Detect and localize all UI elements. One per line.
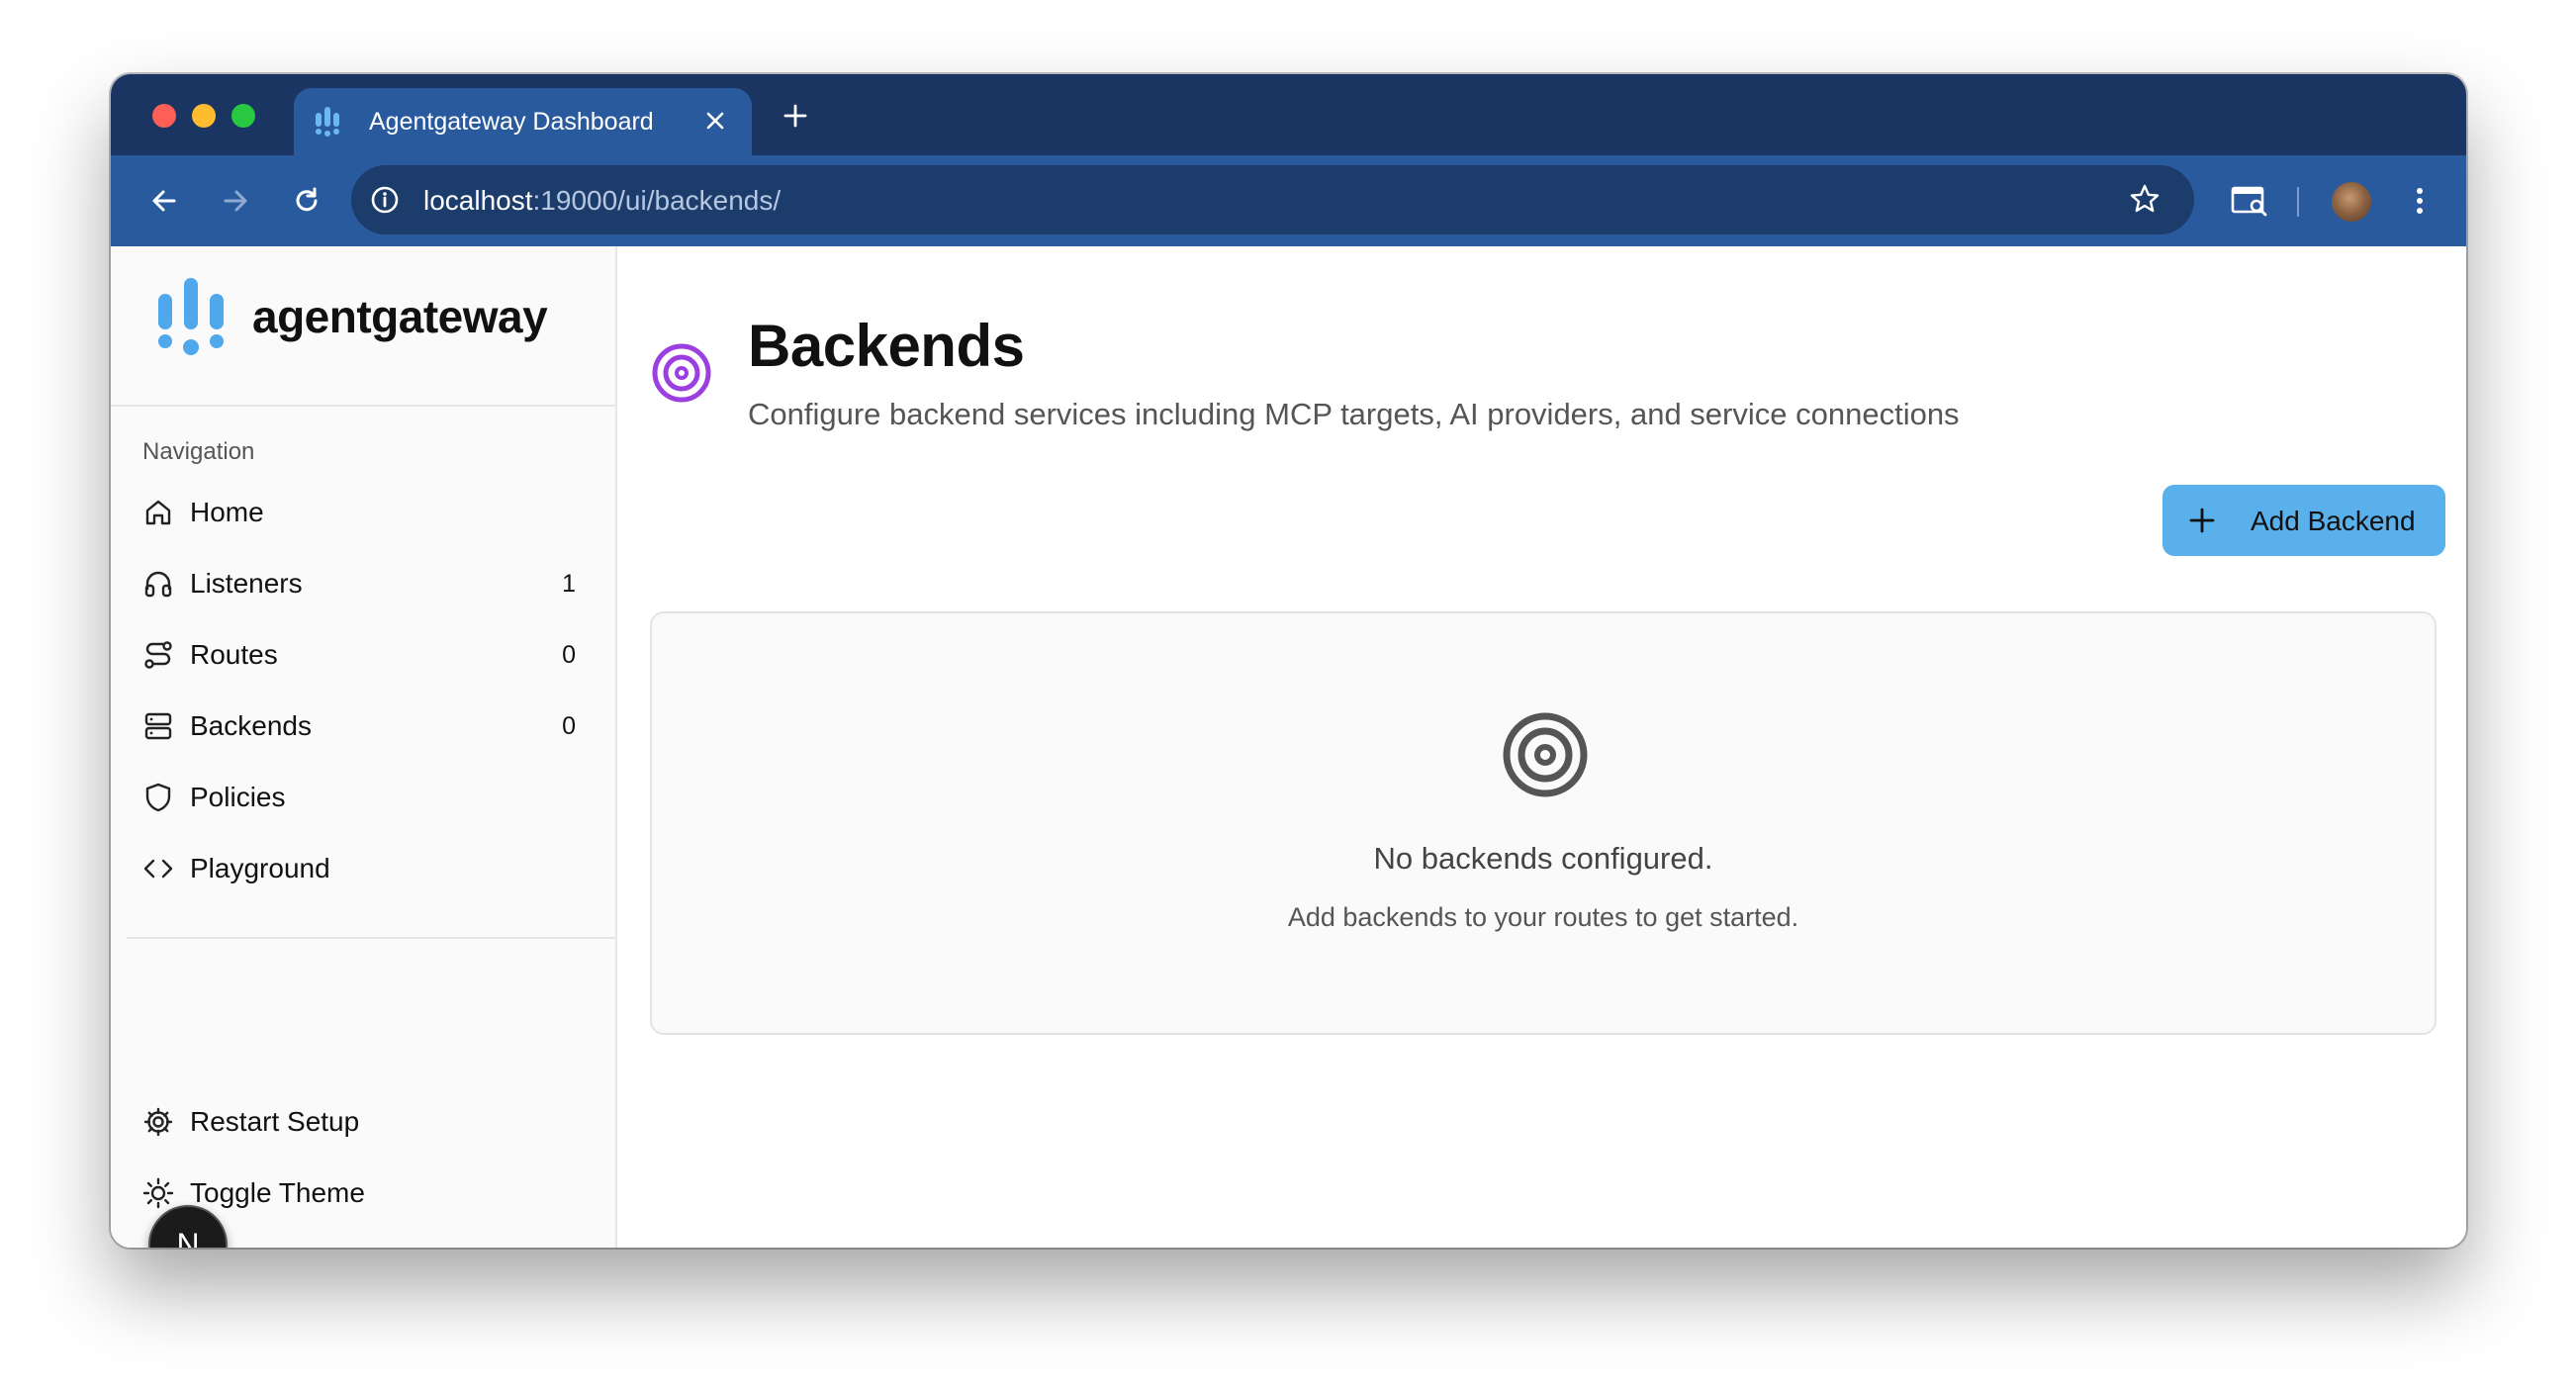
- sidebar: agentgateway Navigation Home Listeners 1: [111, 246, 617, 1248]
- sidebar-item-label: Backends: [190, 710, 312, 741]
- sidebar-item-home[interactable]: Home: [131, 483, 598, 542]
- sidebar-item-label: Home: [190, 497, 264, 527]
- sidebar-item-listeners[interactable]: Listeners 1: [131, 554, 598, 613]
- agentgateway-logo-icon: [158, 278, 224, 355]
- brand-header: agentgateway: [111, 246, 615, 407]
- forward-button[interactable]: [212, 177, 259, 225]
- cast-search-button[interactable]: [2226, 177, 2273, 225]
- minimize-window-button[interactable]: [192, 104, 216, 128]
- tab-agentgateway-dashboard[interactable]: Agentgateway Dashboard: [294, 88, 752, 155]
- route-icon: [144, 641, 172, 669]
- bookmark-button[interactable]: [2125, 179, 2164, 219]
- sidebar-item-playground[interactable]: Playground: [131, 839, 598, 898]
- nav-heading: Navigation: [142, 438, 255, 465]
- main-panel: Backends Configure backend services incl…: [617, 246, 2466, 1248]
- page-subtitle: Configure backend services including MCP…: [748, 397, 1960, 431]
- shield-icon: [145, 783, 171, 812]
- site-info-button[interactable]: [365, 180, 405, 220]
- browser-window: Agentgateway Dashboard localhost:19000/u…: [111, 74, 2466, 1248]
- url-host: localhost: [423, 185, 533, 216]
- sidebar-item-label: Toggle Theme: [190, 1177, 365, 1208]
- listeners-count: 1: [562, 570, 576, 598]
- empty-state-text: Add backends to your routes to get start…: [1287, 902, 1799, 932]
- star-icon: [2130, 184, 2160, 213]
- kebab-menu-icon: [2417, 188, 2423, 214]
- add-backend-label: Add Backend: [2251, 506, 2416, 536]
- headphones-icon: [144, 571, 172, 598]
- empty-state-title: No backends configured.: [1373, 841, 1713, 876]
- browser-menu-button[interactable]: [2396, 177, 2443, 225]
- new-tab-button[interactable]: [776, 96, 815, 136]
- sidebar-item-label: Restart Setup: [190, 1106, 360, 1137]
- address-bar[interactable]: localhost:19000/ui/backends/: [351, 165, 2194, 234]
- agentgateway-favicon-icon: [316, 107, 339, 137]
- arrow-left-icon: [152, 190, 176, 212]
- sidebar-item-label: Routes: [190, 639, 278, 670]
- empty-state-card: No backends configured. Add backends to …: [650, 611, 2437, 1035]
- back-button[interactable]: [140, 177, 188, 225]
- toolbar-divider: [2297, 187, 2299, 217]
- server-icon: [144, 712, 172, 740]
- sidebar-item-backends[interactable]: Backends 0: [131, 696, 598, 756]
- sidebar-item-routes[interactable]: Routes 0: [131, 625, 598, 685]
- sidebar-divider: [127, 937, 615, 939]
- maximize-window-button[interactable]: [231, 104, 255, 128]
- target-icon: [652, 343, 711, 403]
- info-icon: [371, 186, 399, 214]
- sidebar-item-label: Policies: [190, 782, 286, 812]
- sun-icon: [142, 1177, 174, 1209]
- profile-avatar[interactable]: [2332, 182, 2371, 222]
- backends-count: 0: [562, 712, 576, 740]
- routes-count: 0: [562, 641, 576, 669]
- code-icon: [143, 859, 173, 879]
- tab-strip: Agentgateway Dashboard: [111, 74, 2466, 155]
- gear-icon: [143, 1107, 173, 1137]
- reload-button[interactable]: [283, 177, 330, 225]
- plus-icon: [2189, 508, 2215, 533]
- browser-toolbar: localhost:19000/ui/backends/: [111, 155, 2466, 246]
- reload-icon: [296, 187, 318, 212]
- home-icon: [145, 500, 171, 525]
- sidebar-item-label: Listeners: [190, 568, 303, 599]
- tab-close-button[interactable]: [696, 102, 734, 139]
- url-path: :19000/ui/backends/: [532, 185, 782, 216]
- close-window-button[interactable]: [152, 104, 176, 128]
- arrow-right-icon: [224, 190, 247, 212]
- sidebar-item-label: Playground: [190, 853, 330, 883]
- target-icon: [1503, 712, 1588, 797]
- plus-icon: [783, 104, 807, 128]
- restart-setup-button[interactable]: Restart Setup: [131, 1092, 598, 1152]
- add-backend-button[interactable]: Add Backend: [2162, 485, 2445, 556]
- sidebar-item-policies[interactable]: Policies: [131, 768, 598, 827]
- url-text: localhost:19000/ui/backends/: [423, 185, 781, 217]
- close-icon: [706, 112, 724, 130]
- tab-title: Agentgateway Dashboard: [369, 108, 654, 136]
- page-content: agentgateway Navigation Home Listeners 1: [111, 246, 2466, 1248]
- brand-name: agentgateway: [252, 291, 548, 342]
- cast-search-icon: [2231, 186, 2267, 217]
- page-title: Backends: [748, 313, 1025, 379]
